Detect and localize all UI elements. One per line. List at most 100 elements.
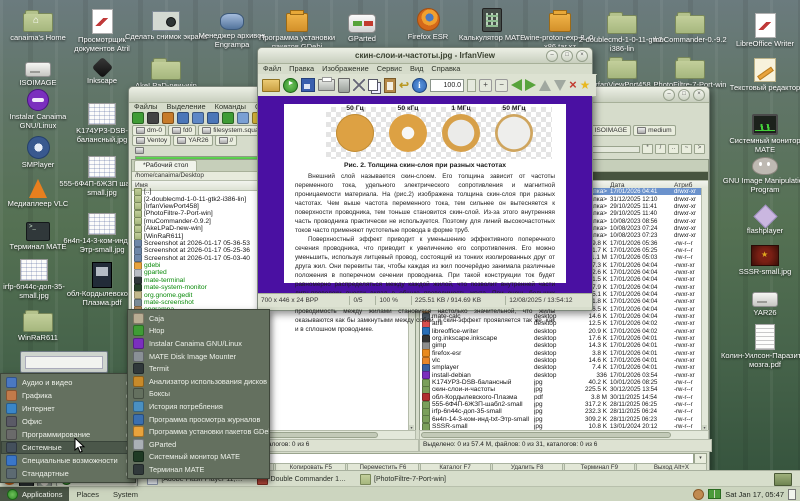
submenu-item[interactable]: Caja [128, 312, 269, 325]
zoom-in-icon[interactable] [479, 79, 492, 92]
network-tray-icon[interactable] [708, 489, 721, 499]
desktop-icon[interactable]: GNU Image Manipulation Program [719, 152, 800, 195]
iv-menu-item[interactable]: Правка [289, 64, 314, 73]
slideshow-icon[interactable] [283, 78, 298, 93]
desktop-icon[interactable]: SSSR-small.jpg [719, 242, 800, 277]
full-view-icon[interactable] [207, 112, 219, 124]
favorites-icon[interactable] [580, 76, 591, 94]
submenu-item[interactable]: MATE Disk Image Mounter [128, 350, 269, 363]
system-submenu[interactable]: CajaHtopInstalar Canaima GNU/LinuxMATE D… [127, 309, 270, 479]
iv-menu-item[interactable]: Файл [263, 64, 281, 73]
taskbar-window-button[interactable]: [PhotoFiltre-7-Port-win] [355, 472, 451, 487]
menu-category[interactable]: Офис▸ [1, 415, 135, 428]
paste-icon[interactable] [384, 78, 396, 93]
path-button[interactable]: > [694, 144, 705, 154]
iv-menu-item[interactable]: Изображение [322, 64, 369, 73]
submenu-item[interactable]: GParted [128, 438, 269, 451]
menu-category[interactable]: Стандартные▸ [1, 467, 135, 480]
desktop-icon[interactable]: flashplayer [719, 205, 800, 236]
menu-category[interactable]: Графика▸ [1, 389, 135, 402]
menu-category[interactable]: Системные▸ [1, 441, 135, 454]
applications-menu[interactable]: Аудио и видео▸Графика▸Интернет▸Офис▸Прог… [0, 373, 136, 483]
tools-icon[interactable] [569, 76, 577, 94]
iv-titlebar[interactable]: скин-слои-и-частоты.jpg - IrfanView – □ … [258, 48, 592, 64]
cut-icon[interactable] [353, 79, 365, 91]
dc-right-vscrollbar[interactable]: ▾ [701, 188, 708, 431]
dc-left-tab[interactable]: *Рабочий стол [134, 160, 197, 171]
input-tray-icon[interactable] [693, 489, 704, 500]
close-icon[interactable]: × [576, 50, 588, 62]
brief-view-icon[interactable] [192, 112, 204, 124]
iv-menu-item[interactable]: Вид [410, 64, 423, 73]
next-image-icon[interactable] [525, 79, 536, 91]
submenu-item[interactable]: Программа установки пакетов GDebi [128, 425, 269, 438]
path-button[interactable]: * [642, 144, 653, 154]
menu-category[interactable]: Специальные возможности▸ [1, 454, 135, 467]
up-image-icon[interactable] [539, 80, 551, 91]
maximize-icon[interactable]: □ [678, 89, 690, 101]
refresh-icon[interactable] [132, 112, 144, 124]
submenu-item[interactable]: Терминал MATE [128, 463, 269, 476]
submenu-item[interactable]: Instalar Canaima GNU/Linux [128, 337, 269, 350]
drive-button-Ventoy[interactable]: Ventoy [132, 135, 171, 146]
iv-menu-item[interactable]: Справка [431, 64, 460, 73]
zoom-spin-icon[interactable] [467, 79, 476, 92]
path-button[interactable]: / [655, 144, 666, 154]
irfanview-window[interactable]: скин-слои-и-частоты.jpg - IrfanView – □ … [257, 47, 593, 311]
drive-button-YAR26[interactable]: YAR26 [173, 135, 212, 146]
path-button[interactable]: ~ [681, 144, 692, 154]
zoom-value-input[interactable]: 100.0 [430, 79, 464, 92]
drive-button-//[interactable]: // [215, 135, 238, 146]
copy-icon[interactable] [368, 79, 378, 91]
submenu-item[interactable]: Htop [128, 325, 269, 338]
submenu-item[interactable]: Боксы [128, 388, 269, 401]
battery-tray-icon[interactable] [788, 489, 796, 500]
dc-menu-item[interactable]: Выделение [166, 102, 205, 111]
flat-view-icon[interactable] [237, 112, 249, 124]
desktop-icon[interactable]: Текстовый редактор [719, 58, 800, 93]
desktop-icon[interactable]: Медиаплеер VLC [0, 176, 84, 209]
tree-view-icon[interactable] [222, 112, 234, 124]
menu-category[interactable]: Аудио и видео▸ [1, 376, 135, 389]
desktop-icon[interactable]: LibreOffice Writer [719, 12, 800, 49]
desktop-icon[interactable]: Колин-Уилсон-Паразиты-мозга.pdf [719, 324, 800, 370]
desktop-icon[interactable]: WinRaR611 [0, 308, 84, 343]
path-button[interactable]: .. [668, 144, 679, 154]
panel-folder-icon[interactable] [774, 473, 792, 486]
menu-panel[interactable]: ApplicationsPlacesSystem Sat Jan 17, 05:… [0, 486, 800, 501]
menu-category[interactable]: Интернет▸ [1, 402, 135, 415]
submenu-item[interactable]: Анализатор использования дисков MATE [128, 375, 269, 388]
zoom-out-icon[interactable] [495, 79, 508, 92]
menu-applications[interactable]: Applications [0, 487, 69, 501]
clock[interactable]: Sat Jan 17, 05:47 [725, 490, 784, 499]
drive-button-medium[interactable]: medium [633, 125, 675, 136]
delete-icon[interactable] [338, 78, 350, 93]
go-back-icon[interactable] [147, 112, 159, 124]
close-icon[interactable]: × [693, 89, 705, 101]
desktop-icon[interactable]: Системный монитор MATE [719, 110, 800, 155]
submenu-item[interactable]: Программа просмотра журналов [128, 413, 269, 426]
menu-category[interactable]: Программирование▸ [1, 428, 135, 441]
dc-menu-item[interactable]: Команды [215, 102, 246, 111]
submenu-item[interactable]: Системный монитор MATE [128, 451, 269, 464]
open-folder-icon[interactable] [262, 79, 280, 92]
maximize-icon[interactable]: □ [561, 50, 573, 62]
save-icon[interactable] [301, 78, 315, 92]
go-up-icon[interactable] [162, 112, 174, 124]
undo-icon[interactable] [399, 76, 409, 94]
columns-icon[interactable] [177, 112, 189, 124]
desktop-icon[interactable] [18, 351, 110, 373]
info-icon[interactable] [412, 78, 427, 93]
print-icon[interactable] [318, 79, 335, 91]
dc-menu-item[interactable]: Файлы [134, 102, 157, 111]
down-image-icon[interactable] [554, 80, 566, 91]
menu-system[interactable]: System [106, 487, 145, 501]
minimize-icon[interactable]: – [663, 89, 675, 101]
minimize-icon[interactable]: – [546, 50, 558, 62]
iv-menu-item[interactable]: Сервис [377, 64, 402, 73]
submenu-item[interactable]: Termit [128, 362, 269, 375]
prev-image-icon[interactable] [511, 79, 522, 91]
menu-places[interactable]: Places [69, 487, 106, 501]
submenu-item[interactable]: История потребления [128, 400, 269, 413]
desktop-icon[interactable]: YAR26 [719, 285, 800, 318]
